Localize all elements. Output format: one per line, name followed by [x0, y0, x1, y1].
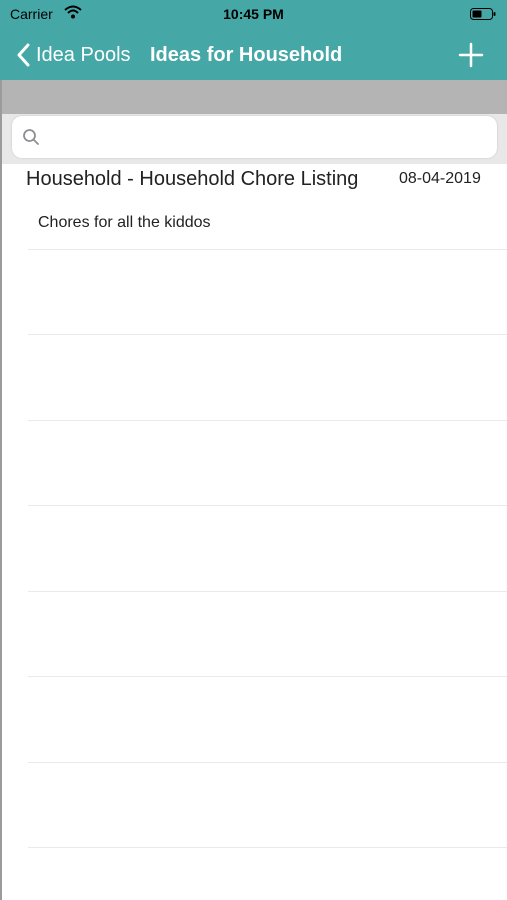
search-bar [0, 114, 507, 164]
window-edge [0, 80, 2, 900]
idea-date: 08-04-2019 [399, 170, 481, 187]
row-separator [28, 420, 507, 421]
row-separator [28, 676, 507, 677]
back-button-label: Idea Pools [36, 43, 131, 66]
idea-title: Household - Household Chore Listing [26, 168, 359, 190]
status-bar: Carrier 10:45 PM [0, 0, 507, 30]
chevron-left-icon [17, 43, 30, 67]
row-separator [28, 847, 507, 848]
row-separator [28, 505, 507, 506]
search-field[interactable] [12, 116, 497, 158]
status-time: 10:45 PM [223, 6, 284, 22]
page-title: Ideas for Household [150, 44, 343, 66]
plus-icon[interactable] [458, 42, 484, 68]
row-separator [28, 334, 507, 335]
row-separator [28, 591, 507, 592]
navigation-bar: Idea Pools Ideas for Household [0, 30, 507, 80]
row-separator [28, 249, 507, 250]
battery-icon [470, 8, 496, 20]
idea-description: Chores for all the kiddos [38, 214, 211, 231]
header-spacer [0, 80, 507, 114]
search-input[interactable] [48, 122, 492, 154]
search-icon [23, 129, 39, 145]
back-button[interactable]: Idea Pools [16, 40, 131, 70]
row-separator [28, 762, 507, 763]
